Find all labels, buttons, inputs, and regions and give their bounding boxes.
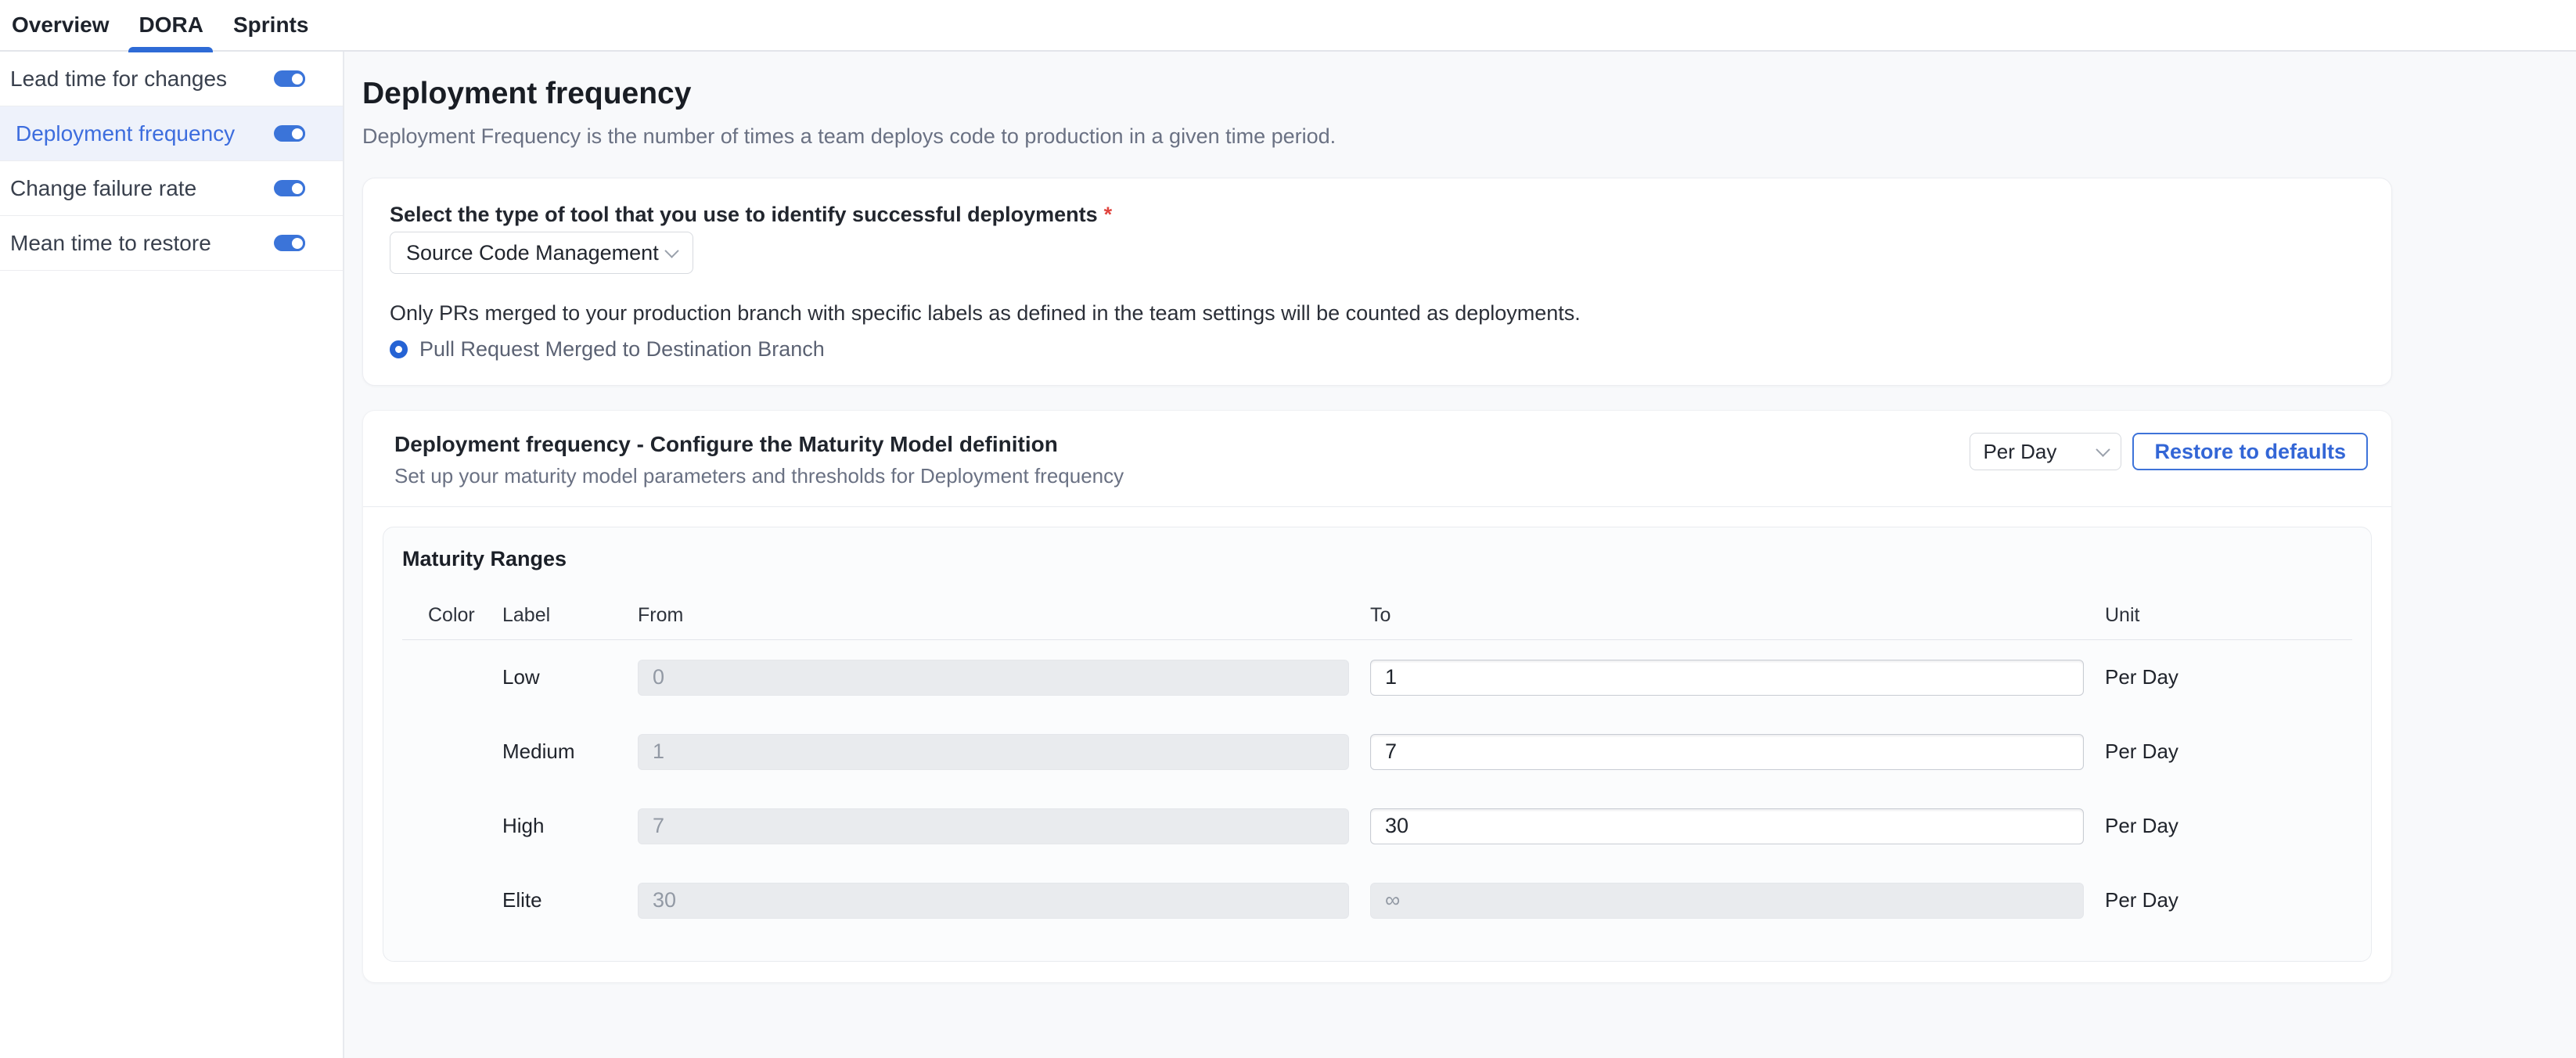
sidebar-item-label: Deployment frequency xyxy=(16,121,235,146)
unit-select[interactable]: Per Day xyxy=(1970,433,2121,470)
deployment-tool-card: Select the type of tool that you use to … xyxy=(362,178,2392,386)
restore-defaults-button[interactable]: Restore to defaults xyxy=(2132,433,2368,470)
tab-overview[interactable]: Overview xyxy=(12,0,110,51)
to-input-high[interactable] xyxy=(1370,808,2084,844)
unit-value: Per Day xyxy=(2105,814,2352,838)
tab-dora[interactable]: DORA xyxy=(139,0,203,51)
sidebar-item-change-failure-rate[interactable]: Change failure rate xyxy=(0,161,343,216)
sidebar-item-label: Change failure rate xyxy=(10,176,196,201)
unit-value: Per Day xyxy=(2105,740,2352,764)
maturity-subtitle: Set up your maturity model parameters an… xyxy=(394,464,1124,488)
table-row-low: Low Per Day xyxy=(402,640,2352,714)
page-description: Deployment Frequency is the number of ti… xyxy=(362,124,2576,149)
tool-select-label-text: Select the type of tool that you use to … xyxy=(390,203,1098,226)
pr-merged-radio-row[interactable]: Pull Request Merged to Destination Branc… xyxy=(390,336,2365,362)
column-header-from: From xyxy=(638,604,1370,627)
to-input-medium[interactable] xyxy=(1370,734,2084,770)
from-input-low xyxy=(638,660,1349,696)
range-label: Low xyxy=(502,665,638,689)
toggle-mean-time-to-restore[interactable] xyxy=(274,235,305,251)
maturity-ranges-title: Maturity Ranges xyxy=(402,546,2352,571)
column-header-label: Label xyxy=(502,604,638,627)
page-title: Deployment frequency xyxy=(362,75,2576,113)
column-header-color: Color xyxy=(402,604,502,627)
tool-select-label: Select the type of tool that you use to … xyxy=(390,202,2365,227)
from-input-medium xyxy=(638,734,1349,770)
range-label: Elite xyxy=(502,888,638,912)
unit-value: Per Day xyxy=(2105,665,2352,689)
column-header-unit: Unit xyxy=(2105,604,2352,627)
toggle-knob xyxy=(290,236,305,251)
maturity-model-panel: Deployment frequency - Configure the Mat… xyxy=(362,410,2392,983)
toggle-change-failure-rate[interactable] xyxy=(274,180,305,196)
table-row-elite: Elite Per Day xyxy=(402,863,2352,937)
radio-selected-icon[interactable] xyxy=(390,340,408,358)
chevron-down-icon xyxy=(2096,442,2110,456)
panel-divider xyxy=(363,506,2391,507)
sidebar-item-deployment-frequency[interactable]: Deployment frequency xyxy=(0,106,343,161)
table-header-row: Color Label From To Unit xyxy=(402,604,2352,640)
toggle-lead-time-for-changes[interactable] xyxy=(274,70,305,87)
from-input-high xyxy=(638,808,1349,844)
toggle-knob xyxy=(290,71,305,87)
radio-label: Pull Request Merged to Destination Branc… xyxy=(419,337,825,362)
tool-select[interactable]: Source Code Management xyxy=(390,232,693,274)
range-label: Medium xyxy=(502,740,638,764)
table-row-medium: Medium Per Day xyxy=(402,714,2352,789)
tab-sprints[interactable]: Sprints xyxy=(233,0,308,51)
deployment-helper-text: Only PRs merged to your production branc… xyxy=(390,300,2365,326)
table-row-high: High Per Day xyxy=(402,789,2352,863)
to-input-low[interactable] xyxy=(1370,660,2084,696)
maturity-ranges-table: Color Label From To Unit Low Per Day xyxy=(402,604,2352,937)
main-content: Deployment frequency Deployment Frequenc… xyxy=(344,52,2576,1058)
maturity-title: Deployment frequency - Configure the Mat… xyxy=(394,431,1124,458)
tool-select-value: Source Code Management xyxy=(406,241,659,265)
toggle-knob xyxy=(290,126,305,142)
maturity-panel-header: Deployment frequency - Configure the Mat… xyxy=(363,431,2391,488)
sidebar-item-label: Lead time for changes xyxy=(10,67,227,92)
maturity-header-text: Deployment frequency - Configure the Mat… xyxy=(394,431,1124,488)
sidebar-item-mean-time-to-restore[interactable]: Mean time to restore xyxy=(0,216,343,271)
maturity-ranges-card: Maturity Ranges Color Label From To Unit… xyxy=(383,527,2372,962)
unit-value: Per Day xyxy=(2105,888,2352,912)
toggle-knob xyxy=(290,181,305,196)
to-input-elite xyxy=(1370,883,2084,919)
chevron-down-icon xyxy=(664,243,678,257)
required-asterisk: * xyxy=(1104,203,1113,226)
from-input-elite xyxy=(638,883,1349,919)
range-label: High xyxy=(502,814,638,838)
top-tab-bar: Overview DORA Sprints xyxy=(0,0,2576,52)
sidebar-item-lead-time-for-changes[interactable]: Lead time for changes xyxy=(0,52,343,106)
dora-settings-page: Overview DORA Sprints Lead time for chan… xyxy=(0,0,2576,1058)
maturity-header-controls: Per Day Restore to defaults xyxy=(1970,433,2368,470)
metrics-sidebar: Lead time for changes Deployment frequen… xyxy=(0,52,344,1058)
unit-select-value: Per Day xyxy=(1983,440,2056,464)
column-header-to: To xyxy=(1370,604,2105,627)
toggle-deployment-frequency[interactable] xyxy=(274,125,305,142)
sidebar-item-label: Mean time to restore xyxy=(10,231,211,256)
